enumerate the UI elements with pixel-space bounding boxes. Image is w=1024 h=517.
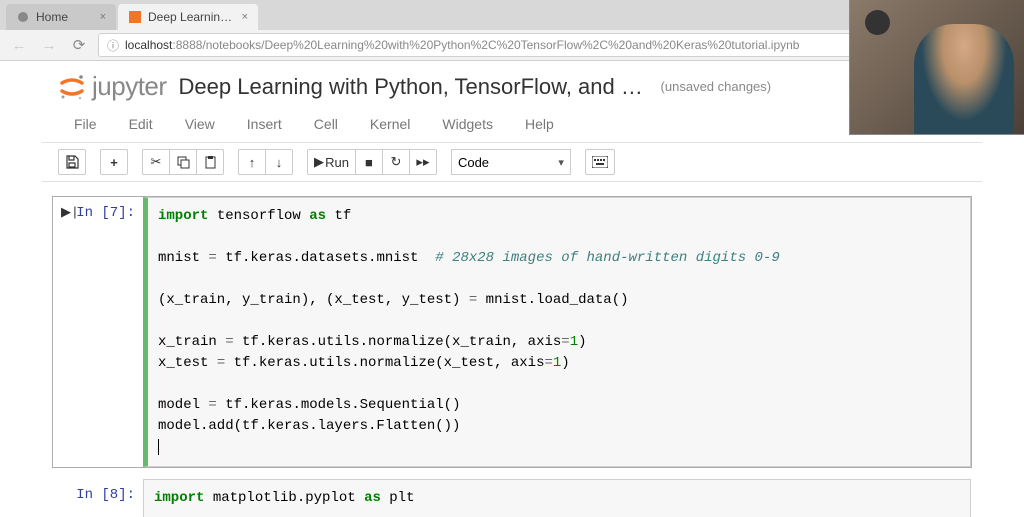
- cell-prompt: ▶|In [7]:: [53, 197, 143, 467]
- celltype-value: Code: [458, 155, 489, 170]
- text-cursor: [158, 439, 159, 455]
- jupyter-logo[interactable]: jupyter: [58, 71, 167, 102]
- save-button[interactable]: [58, 149, 86, 175]
- jupyter-icon: [58, 73, 86, 101]
- close-icon[interactable]: ×: [242, 11, 248, 23]
- menu-insert[interactable]: Insert: [231, 110, 298, 138]
- jupyter-favicon-icon: [128, 10, 142, 24]
- celltype-select[interactable]: Code: [451, 149, 571, 175]
- tab-title: Home: [36, 10, 94, 24]
- reload-button[interactable]: ⟳: [68, 34, 90, 56]
- code-cell[interactable]: ▶|In [7]:import tensorflow as tf mnist =…: [52, 196, 972, 468]
- menu-view[interactable]: View: [169, 110, 231, 138]
- close-icon[interactable]: ×: [100, 11, 106, 23]
- header: jupyter Deep Learning with Python, Tenso…: [42, 61, 982, 106]
- menu-cell[interactable]: Cell: [298, 110, 354, 138]
- menu-kernel[interactable]: Kernel: [354, 110, 426, 138]
- run-label: Run: [325, 155, 349, 170]
- cell-prompt: In [8]:: [53, 479, 143, 517]
- home-favicon-icon: [16, 10, 30, 24]
- code-input[interactable]: import matplotlib.pyplot as plt plt.imsh…: [143, 479, 971, 517]
- code-input[interactable]: import tensorflow as tf mnist = tf.keras…: [143, 197, 971, 467]
- copy-button[interactable]: [169, 149, 197, 175]
- menu-file[interactable]: File: [58, 110, 113, 138]
- restart-button[interactable]: ↻: [382, 149, 410, 175]
- paste-button[interactable]: [196, 149, 224, 175]
- autosave-status: (unsaved changes): [661, 79, 772, 94]
- cut-button[interactable]: ✂: [142, 149, 170, 175]
- browser-tab[interactable]: Deep Learning with Pyth... ×: [118, 4, 258, 30]
- notebook-area: ▶|In [7]:import tensorflow as tf mnist =…: [42, 182, 982, 517]
- interrupt-button[interactable]: ■: [355, 149, 383, 175]
- menubar: FileEditViewInsertCellKernelWidgetsHelp …: [42, 106, 982, 143]
- notebook-title[interactable]: Deep Learning with Python, TensorFlow, a…: [179, 74, 649, 100]
- url-path: :8888/notebooks/Deep%20Learning%20with%2…: [172, 38, 799, 52]
- toolbar: + ✂ ↑ ↓ ▶ Run ■ ↻ ▸▸ Code: [42, 143, 982, 182]
- menu-widgets[interactable]: Widgets: [426, 110, 509, 138]
- menu-help[interactable]: Help: [509, 110, 570, 138]
- back-button[interactable]: ←: [8, 34, 30, 56]
- tab-title: Deep Learning with Pyth...: [148, 10, 236, 24]
- info-icon: ⓘ: [107, 37, 119, 54]
- menu-edit[interactable]: Edit: [113, 110, 169, 138]
- code-cell[interactable]: In [8]:import matplotlib.pyplot as plt p…: [52, 478, 972, 517]
- webcam-overlay: [849, 0, 1024, 135]
- add-cell-button[interactable]: +: [100, 149, 128, 175]
- url-host: localhost: [125, 38, 172, 52]
- run-button[interactable]: ▶ Run: [307, 149, 356, 175]
- logo-text: jupyter: [92, 71, 167, 102]
- browser-tab[interactable]: Home ×: [6, 4, 116, 30]
- move-up-button[interactable]: ↑: [238, 149, 266, 175]
- move-down-button[interactable]: ↓: [265, 149, 293, 175]
- command-palette-button[interactable]: [585, 149, 615, 175]
- forward-button[interactable]: →: [38, 34, 60, 56]
- run-cell-icon[interactable]: ▶|: [61, 205, 79, 220]
- restart-run-all-button[interactable]: ▸▸: [409, 149, 437, 175]
